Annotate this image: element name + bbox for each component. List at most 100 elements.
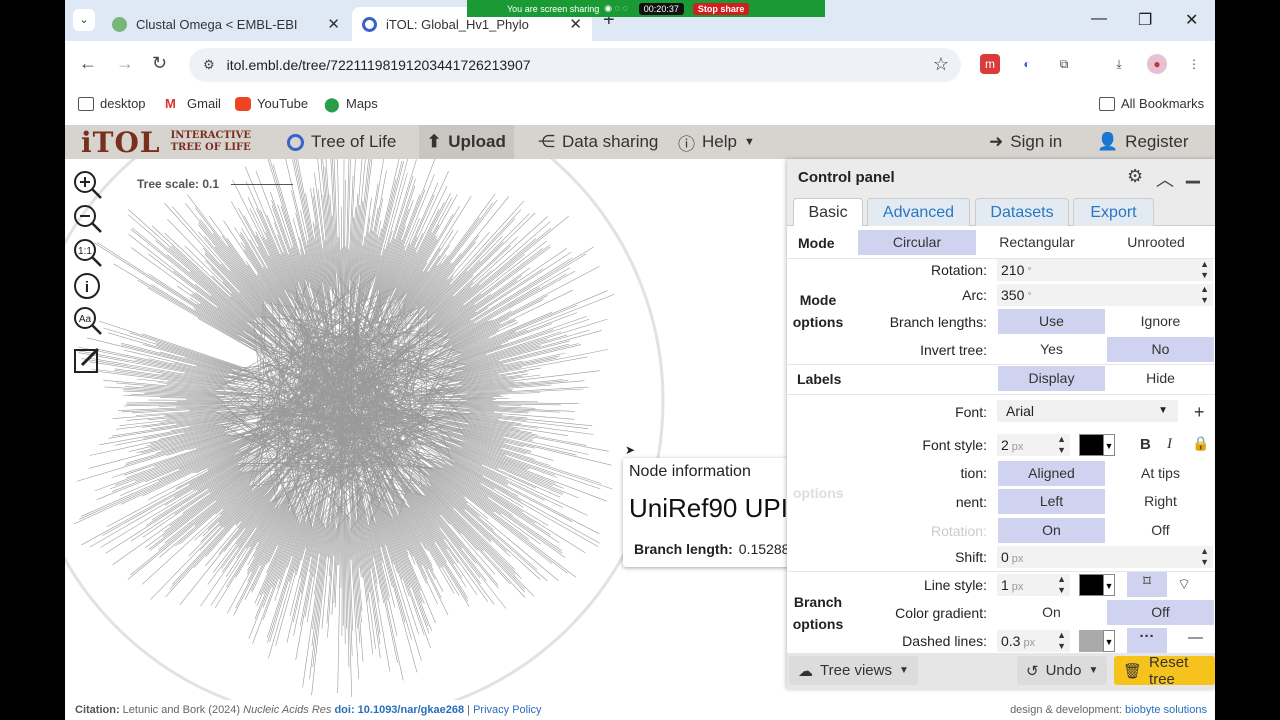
add-font-button[interactable]: + bbox=[1194, 402, 1205, 423]
privacy-policy-link[interactable]: Privacy Policy bbox=[473, 704, 541, 716]
site-info-icon[interactable]: ⚙ bbox=[203, 57, 215, 73]
font-select[interactable]: Arial ▼ bbox=[997, 400, 1178, 422]
mode-circular[interactable]: Circular bbox=[858, 230, 976, 255]
color-gradient-off[interactable]: Off bbox=[1107, 600, 1214, 625]
undo-button[interactable]: ↺ Undo ▼ bbox=[1017, 656, 1108, 685]
rotation-input[interactable]: 210 ° ▲ ▼ bbox=[997, 259, 1213, 281]
extensions-puzzle-icon[interactable]: ⧉ bbox=[1054, 54, 1074, 74]
edit-icon[interactable] bbox=[72, 345, 102, 375]
gear-icon[interactable]: ⚙ bbox=[1127, 166, 1143, 187]
tab-search-button[interactable]: ⌄ bbox=[73, 9, 95, 31]
itol-header: iTOL Interactive Tree Of Life Tree of Lif… bbox=[65, 125, 1215, 159]
address-bar[interactable]: ⚙ itol.embl.de/tree/72211198191203441726… bbox=[189, 48, 961, 82]
color-gradient-on[interactable]: On bbox=[998, 600, 1105, 625]
menu-data-sharing[interactable]: ⋲ Data sharing bbox=[538, 125, 658, 159]
bookmark-youtube[interactable]: YouTube bbox=[235, 96, 308, 111]
register-link[interactable]: 👤 Register bbox=[1097, 125, 1188, 159]
zoom-in-icon[interactable] bbox=[72, 169, 102, 199]
label-color-swatch[interactable]: ▼ bbox=[1079, 434, 1115, 456]
zoom-reset-icon[interactable]: 1:1 bbox=[72, 237, 102, 267]
tab-basic[interactable]: Basic bbox=[793, 198, 863, 226]
menu-upload[interactable]: ⬆ Upload bbox=[419, 125, 514, 159]
bookmark-desktop[interactable]: desktop bbox=[78, 96, 146, 111]
extension-icon[interactable]: m bbox=[980, 54, 1000, 74]
all-bookmarks[interactable]: All Bookmarks bbox=[1099, 96, 1204, 111]
tab-advanced[interactable]: Advanced bbox=[867, 198, 970, 226]
dash-color-swatch[interactable]: ▼ bbox=[1079, 630, 1115, 652]
dashed-style-icon[interactable]: ··· bbox=[1127, 628, 1167, 653]
menu-label: Tree of Life bbox=[311, 132, 397, 151]
font-size-input[interactable]: 2 px ▲ ▼ bbox=[997, 434, 1070, 456]
line-color-swatch[interactable]: ▼ bbox=[1079, 574, 1115, 596]
tab-clustal[interactable]: Clustal Omega < EMBL-EBI ✕ bbox=[102, 7, 350, 41]
line-width-input[interactable]: 1 px ▲ ▼ bbox=[997, 574, 1070, 596]
back-icon[interactable]: ← bbox=[79, 53, 97, 74]
sign-in-link[interactable]: ➜ Sign in bbox=[989, 125, 1062, 159]
close-tab-icon[interactable]: ✕ bbox=[569, 15, 582, 33]
tree-views-button[interactable]: ☁ Tree views ▼ bbox=[789, 656, 918, 685]
arc-input[interactable]: 350 ° ▲ ▼ bbox=[997, 284, 1213, 306]
shift-input[interactable]: 0 px ▲ ▼ bbox=[997, 546, 1213, 568]
circular-tree[interactable] bbox=[65, 159, 805, 700]
spinner-icon[interactable]: ▲ ▼ bbox=[1057, 434, 1066, 456]
solid-style-icon[interactable]: — bbox=[1188, 629, 1203, 646]
extension-icon[interactable]: ◐ bbox=[1017, 54, 1037, 74]
lock-icon[interactable]: 🔒 bbox=[1192, 435, 1209, 452]
spinner-icon[interactable]: ▲ ▼ bbox=[1200, 284, 1209, 306]
label-rotation-on[interactable]: On bbox=[998, 518, 1105, 543]
mode-unrooted[interactable]: Unrooted bbox=[1097, 230, 1215, 255]
labels-display[interactable]: Display bbox=[998, 366, 1105, 391]
invert-no[interactable]: No bbox=[1107, 337, 1214, 362]
labels-hide[interactable]: Hide bbox=[1107, 366, 1214, 391]
caret-down-icon: ▼ bbox=[1088, 665, 1099, 676]
developer-link[interactable]: biobyte solutions bbox=[1125, 704, 1207, 716]
align-left[interactable]: Left bbox=[998, 489, 1105, 514]
tab-export[interactable]: Export bbox=[1073, 198, 1154, 226]
tab-datasets[interactable]: Datasets bbox=[975, 198, 1069, 226]
itol-logo[interactable]: iTOL Interactive Tree Of Life bbox=[81, 125, 251, 159]
profile-avatar-icon[interactable]: ● bbox=[1147, 54, 1167, 74]
close-tab-icon[interactable]: ✕ bbox=[327, 15, 340, 33]
maximize-icon[interactable]: ❐ bbox=[1138, 10, 1152, 30]
label-rotation-off[interactable]: Off bbox=[1107, 518, 1214, 543]
reload-icon[interactable]: ↻ bbox=[152, 53, 167, 74]
spinner-icon[interactable]: ▲ ▼ bbox=[1057, 574, 1066, 596]
position-at-tips[interactable]: At tips bbox=[1107, 461, 1214, 486]
mode-section-label: Mode bbox=[798, 235, 835, 251]
forward-icon[interactable]: → bbox=[116, 53, 134, 74]
minimize-panel-icon[interactable]: ▁ bbox=[1186, 163, 1200, 184]
branch-lengths-use[interactable]: Use bbox=[998, 309, 1105, 334]
menu-tree-of-life[interactable]: Tree of Life bbox=[287, 125, 396, 159]
bookmark-star-icon[interactable]: ☆ bbox=[933, 54, 949, 75]
bookmark-maps[interactable]: ⬤ Maps bbox=[324, 96, 378, 111]
align-right[interactable]: Right bbox=[1107, 489, 1214, 514]
invert-yes[interactable]: Yes bbox=[998, 337, 1105, 362]
line-style-square-icon[interactable]: ⌑ bbox=[1127, 572, 1167, 597]
bookmark-gmail[interactable]: M Gmail bbox=[165, 96, 221, 111]
spinner-icon[interactable]: ▲ ▼ bbox=[1200, 546, 1209, 568]
download-icon[interactable]: ⤓ bbox=[1109, 54, 1129, 74]
stop-share-button[interactable]: Stop share bbox=[692, 2, 750, 15]
doi-link[interactable]: doi: 10.1093/nar/gkae268 bbox=[334, 704, 464, 716]
spinner-icon[interactable]: ▲ ▼ bbox=[1057, 630, 1066, 652]
dashed-lines-input[interactable]: 0.3 px ▲ ▼ bbox=[997, 630, 1070, 652]
reset-tree-button[interactable]: 🗑 Reset tree bbox=[1114, 654, 1215, 688]
position-aligned[interactable]: Aligned bbox=[998, 461, 1105, 486]
info-icon[interactable]: i bbox=[72, 271, 102, 301]
menu-help[interactable]: ⓘ Help ▼ bbox=[678, 125, 755, 159]
line-style-curved-icon[interactable]: ⌔ bbox=[1177, 575, 1191, 594]
collapse-chevron-icon[interactable]: ︿ bbox=[1156, 166, 1174, 192]
minimize-icon[interactable]: — bbox=[1091, 10, 1107, 28]
svg-text:i: i bbox=[85, 279, 89, 296]
upload-icon: ⬆ bbox=[427, 132, 442, 151]
more-menu-icon[interactable]: ⋮ bbox=[1184, 54, 1204, 74]
mode-rectangular[interactable]: Rectangular bbox=[978, 230, 1096, 255]
font-zoom-icon[interactable]: Aa bbox=[72, 305, 102, 335]
close-window-icon[interactable]: ✕ bbox=[1185, 10, 1198, 30]
branch-lengths-ignore[interactable]: Ignore bbox=[1107, 309, 1214, 334]
bold-button[interactable]: B bbox=[1140, 436, 1151, 453]
spinner-icon[interactable]: ▲ ▼ bbox=[1200, 259, 1209, 281]
zoom-out-icon[interactable] bbox=[72, 203, 102, 233]
italic-button[interactable]: I bbox=[1167, 436, 1172, 453]
mic-icon[interactable]: ◉ ◌ ◌ bbox=[604, 3, 628, 14]
